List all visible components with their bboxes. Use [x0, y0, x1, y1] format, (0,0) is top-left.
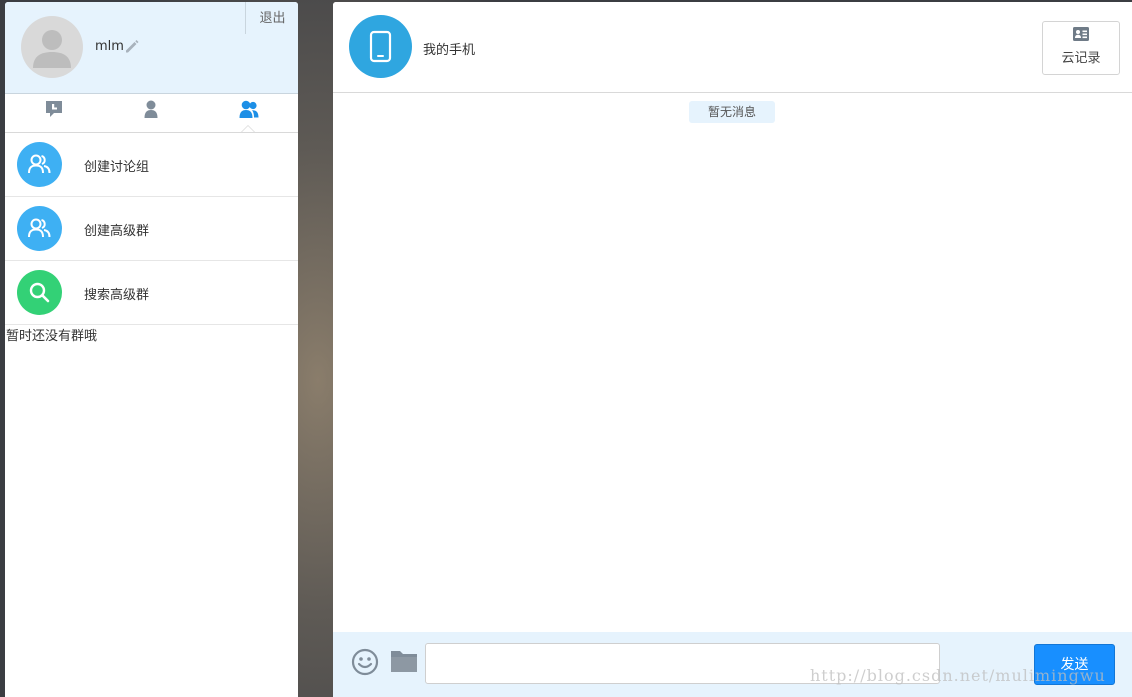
group-icon [17, 206, 62, 251]
create-discussion-group-item[interactable]: 创建讨论组 [5, 133, 298, 197]
search-icon [17, 270, 62, 315]
logout-button[interactable]: 退出 [245, 2, 298, 34]
username: mlm [95, 39, 124, 54]
default-avatar-icon [33, 30, 71, 68]
cloud-history-button[interactable]: 云记录 [1042, 21, 1120, 75]
sidebar: mlm 退出 创建讨论组 创建高级群 搜索高级群 暂时还没有群哦 [5, 2, 298, 697]
contact-avatar[interactable] [349, 15, 412, 78]
tab-sessions[interactable] [5, 94, 102, 132]
message-input-bar: 发送 [333, 632, 1132, 697]
contact-card-icon [1072, 26, 1090, 42]
active-tab-indicator [241, 125, 255, 132]
tab-contacts[interactable] [102, 94, 199, 132]
menu-item-label: 搜索高级群 [84, 288, 150, 303]
contact-name: 我的手机 [423, 43, 476, 58]
menu-item-label: 创建高级群 [84, 224, 150, 239]
user-header: mlm 退出 [5, 2, 298, 94]
chat-panel: 我的手机 云记录 暂无消息 发送 [333, 2, 1132, 697]
create-advanced-group-item[interactable]: 创建高级群 [5, 197, 298, 261]
pencil-edit-icon[interactable] [124, 38, 140, 54]
person-icon [141, 99, 161, 119]
empty-groups-text: 暂时还没有群哦 [6, 329, 98, 344]
menu-item-label: 创建讨论组 [84, 160, 150, 175]
chat-header: 我的手机 云记录 [333, 2, 1132, 93]
group-icon [17, 142, 62, 187]
search-advanced-group-item[interactable]: 搜索高级群 [5, 261, 298, 325]
folder-icon[interactable] [389, 648, 419, 678]
group-icon [238, 99, 260, 119]
avatar[interactable] [21, 16, 83, 78]
cloud-history-label: 云记录 [1061, 51, 1101, 66]
chat-bubble-icon [44, 99, 64, 119]
emoji-icon[interactable] [351, 648, 379, 680]
phone-icon [369, 30, 392, 63]
no-message-badge: 暂无消息 [689, 101, 775, 123]
watermark: http://blog.csdn.net/mulimingwu [810, 666, 1106, 685]
